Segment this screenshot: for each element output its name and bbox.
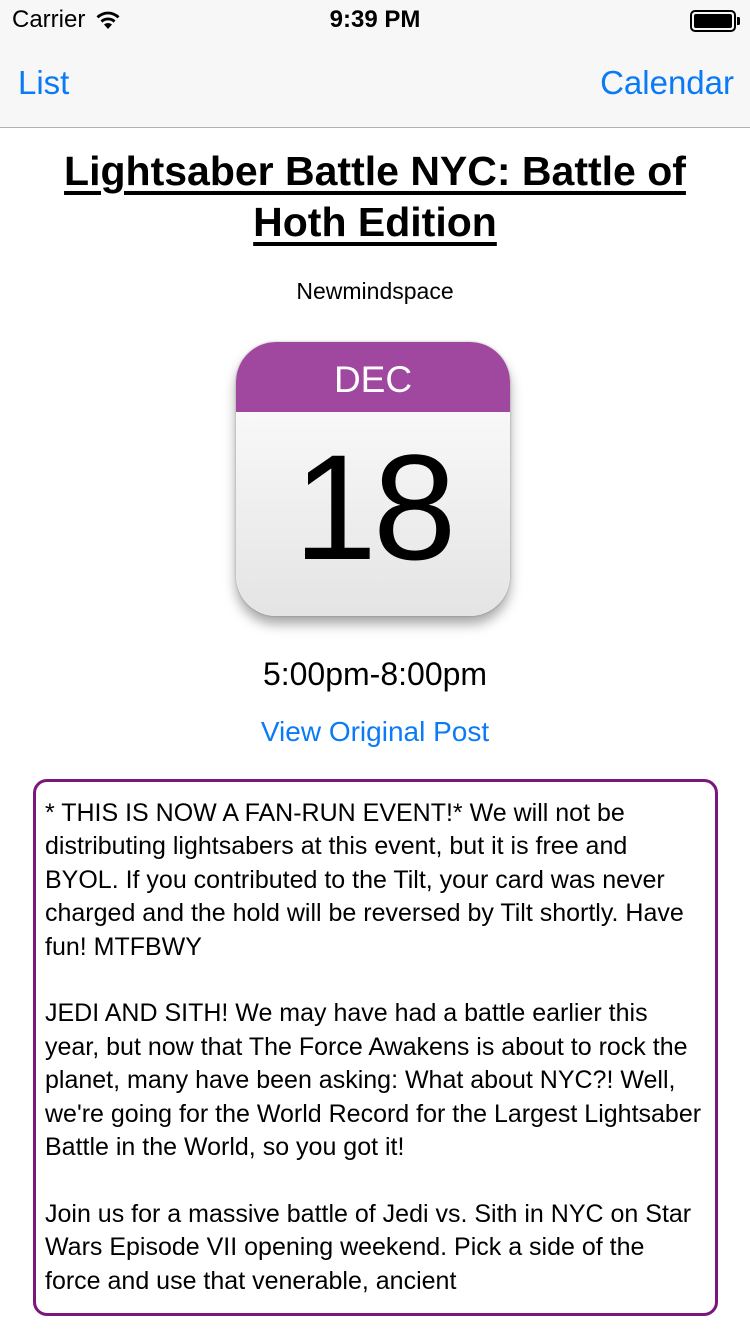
event-description[interactable]: * THIS IS NOW A FAN-RUN EVENT!* We will … [33, 779, 718, 1316]
description-paragraph: * THIS IS NOW A FAN-RUN EVENT!* We will … [45, 799, 684, 961]
event-venue: Newmindspace [296, 278, 454, 304]
list-button[interactable]: List [18, 64, 69, 102]
calendar-date-icon: DEC 18 [236, 342, 510, 616]
status-bar: Carrier 9:39 PM [0, 0, 750, 40]
calendar-button[interactable]: Calendar [600, 64, 734, 102]
status-time: 9:39 PM [329, 6, 421, 33]
event-title: Lightsaber Battle NYC: Battle of Hoth Ed… [64, 148, 686, 245]
description-paragraph: JEDI AND SITH! We may have had a battle … [45, 999, 702, 1162]
description-paragraph: Join us for a massive battle of Jedi vs.… [45, 1199, 692, 1295]
navigation-bar: List Calendar [0, 40, 750, 128]
view-original-post-link[interactable]: View Original Post [0, 716, 750, 748]
calendar-day: 18 [293, 423, 457, 591]
event-detail-screen: Carrier 9:39 PM List Calendar Lightsaber… [0, 0, 750, 1334]
event-time: 5:00pm-8:00pm [262, 656, 488, 692]
battery-icon [690, 10, 740, 32]
calendar-month: DEC [236, 342, 510, 412]
